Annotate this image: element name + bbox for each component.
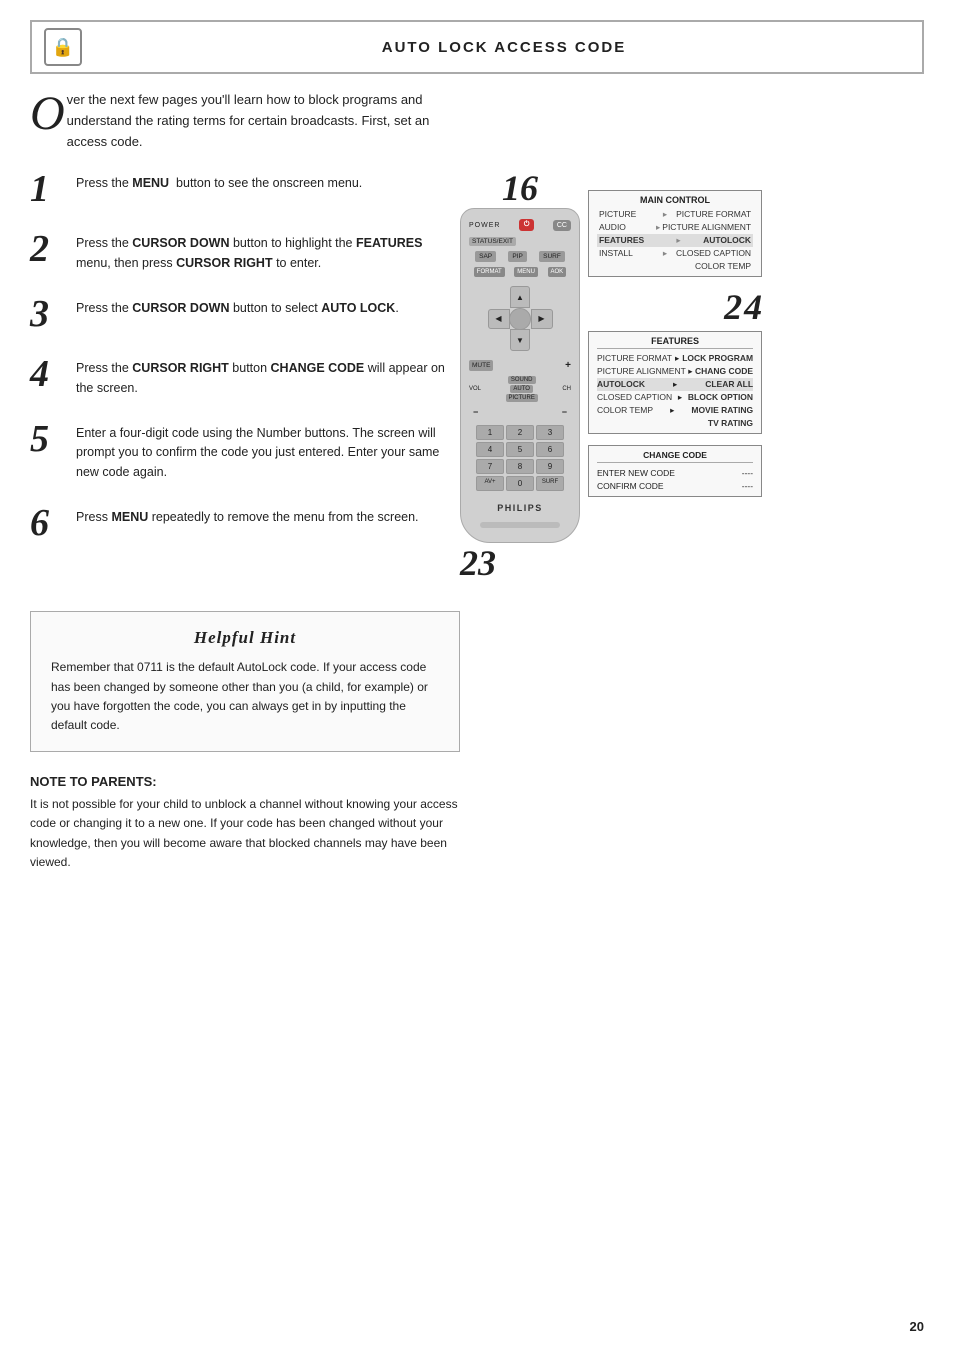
power-button[interactable]: ⏻ xyxy=(519,219,535,231)
note-section: NOTE TO PARENTS: It is not possible for … xyxy=(30,774,460,872)
main-osd-box: MAIN CONTROL PICTURE▸PICTURE FORMAT AUDI… xyxy=(588,190,762,277)
num-2-button[interactable]: 2 xyxy=(506,425,534,440)
vol-label: VOL xyxy=(469,386,481,392)
num-7-button[interactable]: 7 xyxy=(476,459,504,474)
change-code-enter-row: ENTER NEW CODE---- xyxy=(597,466,753,479)
step-1-text: Press the MENU button to see the onscree… xyxy=(76,170,362,193)
diagram-step-2: 2 xyxy=(460,545,478,581)
step-1: 1 Press the MENU button to see the onscr… xyxy=(30,170,450,208)
step-4-number: 4 xyxy=(30,355,66,393)
step-6-text: Press MENU repeatedly to remove the menu… xyxy=(76,504,419,527)
num-1-button[interactable]: 1 xyxy=(476,425,504,440)
features-row-color-temp: COLOR TEMP▸MOVIE RATING xyxy=(597,404,753,417)
surf-num-button[interactable]: SURF xyxy=(536,476,564,491)
dpad-left-button[interactable]: ◀ xyxy=(488,309,510,329)
diagram-step-right-2: 2 xyxy=(724,289,742,325)
mute-button[interactable]: MUTE xyxy=(469,360,493,371)
pip-button[interactable]: PIP xyxy=(508,251,526,262)
step-5-number: 5 xyxy=(30,420,66,458)
power-label: POWER xyxy=(469,222,500,229)
drop-cap: O xyxy=(30,90,65,138)
step-3: 3 Press the CURSOR DOWN button to select… xyxy=(30,295,450,333)
step-5: 5 Enter a four-digit code using the Numb… xyxy=(30,420,450,482)
num-6-button[interactable]: 6 xyxy=(536,442,564,457)
step-2-number: 2 xyxy=(30,230,66,268)
page-title: Auto Lock Access Code xyxy=(98,39,910,56)
status-exit-button[interactable]: STATUS/EXIT xyxy=(469,237,516,246)
num-5-button[interactable]: 5 xyxy=(506,442,534,457)
num-8-button[interactable]: 8 xyxy=(506,459,534,474)
step-1-number: 1 xyxy=(30,170,66,208)
remote-bottom-strip xyxy=(480,522,560,528)
features-osd-box: FEATURES PICTURE FORMAT▸LOCK PROGRAM PIC… xyxy=(588,331,762,434)
main-osd-row-install: INSTALL▸CLOSED CAPTION xyxy=(597,247,753,260)
diagram-column: 1 6 POWER ⏻ CC STATUS/EXIT xyxy=(460,170,924,581)
num-3-button[interactable]: 3 xyxy=(536,425,564,440)
page-number: 20 xyxy=(910,1319,924,1334)
dpad-down-button[interactable]: ▼ xyxy=(510,329,530,351)
lock-icon: 🔒 xyxy=(44,28,82,66)
picture-button[interactable]: PICTURE xyxy=(506,394,538,402)
step-2: 2 Press the CURSOR DOWN button to highli… xyxy=(30,230,450,273)
remote-control: POWER ⏻ CC STATUS/EXIT SAP PIP SURF xyxy=(460,208,580,543)
note-title: NOTE TO PARENTS: xyxy=(30,774,460,789)
format-button[interactable]: FORMAT xyxy=(474,267,505,277)
step-2-text: Press the CURSOR DOWN button to highligh… xyxy=(76,230,450,273)
intro-body: ver the next few pages you'll learn how … xyxy=(67,92,430,149)
menu-button[interactable]: MENU xyxy=(514,267,538,277)
step-3-text: Press the CURSOR DOWN button to select A… xyxy=(76,295,399,318)
main-osd-row-features: FEATURES▸AUTOLOCK xyxy=(597,234,753,247)
num-9-button[interactable]: 9 xyxy=(536,459,564,474)
step-4: 4 Press the CURSOR RIGHT button CHANGE C… xyxy=(30,355,450,398)
diagram-step-right-4: 4 xyxy=(744,289,762,325)
cc-button[interactable]: CC xyxy=(553,220,571,231)
features-row-autolock: AUTOLOCK▸CLEAR ALL xyxy=(597,378,753,391)
plus-button[interactable]: + xyxy=(565,360,571,371)
ch-minus-button[interactable]: − xyxy=(562,407,567,417)
step-6-number: 6 xyxy=(30,504,66,542)
surf-button[interactable]: SURF xyxy=(539,251,565,262)
diagram-step-3: 3 xyxy=(478,545,496,581)
change-code-confirm-row: CONFIRM CODE---- xyxy=(597,479,753,492)
intro-text: O ver the next few pages you'll learn ho… xyxy=(30,90,430,152)
num-4-button[interactable]: 4 xyxy=(476,442,504,457)
features-row-closed-caption: CLOSED CAPTION▸BLOCK OPTION xyxy=(597,391,753,404)
features-osd-title: FEATURES xyxy=(597,336,753,349)
hint-text: Remember that 0711 is the default AutoLo… xyxy=(51,658,439,735)
features-row-picture-format: PICTURE FORMAT▸LOCK PROGRAM xyxy=(597,352,753,365)
hint-box: Helpful Hint Remember that 0711 is the d… xyxy=(30,611,460,752)
sound-button[interactable]: SOUND xyxy=(508,376,536,384)
note-text: It is not possible for your child to unb… xyxy=(30,795,460,872)
main-osd-row-picture: PICTURE▸PICTURE FORMAT xyxy=(597,208,753,221)
vol-minus-button[interactable]: − xyxy=(473,407,478,417)
aok-button[interactable]: AOK xyxy=(548,267,567,277)
step-3-number: 3 xyxy=(30,295,66,333)
features-row-tv-rating: TV RATING xyxy=(597,417,753,429)
ch-label: CH xyxy=(562,386,571,392)
dpad-up-button[interactable]: ▲ xyxy=(510,286,530,308)
page-header: 🔒 Auto Lock Access Code xyxy=(30,20,924,74)
features-row-picture-alignment: PICTURE ALIGNMENT▸CHANG CODE xyxy=(597,365,753,378)
main-osd-row-audio: AUDIO▸PICTURE ALIGNMENT xyxy=(597,221,753,234)
dpad-center-button[interactable] xyxy=(509,308,531,330)
brand-label: PHILIPS xyxy=(497,503,543,513)
num-0-button[interactable]: 0 xyxy=(506,476,534,491)
step-6: 6 Press MENU repeatedly to remove the me… xyxy=(30,504,450,542)
hint-title: Helpful Hint xyxy=(51,628,439,648)
steps-column: 1 Press the MENU button to see the onscr… xyxy=(30,170,450,581)
step-4-text: Press the CURSOR RIGHT button CHANGE COD… xyxy=(76,355,450,398)
dpad-right-button[interactable]: ▶ xyxy=(531,309,553,329)
main-content: 1 Press the MENU button to see the onscr… xyxy=(30,170,924,581)
change-code-title: CHANGE CODE xyxy=(597,450,753,463)
step-5-text: Enter a four-digit code using the Number… xyxy=(76,420,450,482)
auto-button[interactable]: AUTO xyxy=(510,385,533,393)
sap-button[interactable]: SAP xyxy=(475,251,496,262)
change-code-osd-box: CHANGE CODE ENTER NEW CODE---- CONFIRM C… xyxy=(588,445,762,497)
dpad: ▲ ▼ ◀ ▶ xyxy=(488,286,553,351)
diagram-step-6: 6 xyxy=(520,170,538,206)
diagram-step-1: 1 xyxy=(502,170,520,206)
main-osd-title: MAIN CONTROL xyxy=(597,195,753,205)
main-osd-row-colortemp: COLOR TEMP xyxy=(597,260,753,272)
av-button[interactable]: AV+ xyxy=(476,476,504,491)
